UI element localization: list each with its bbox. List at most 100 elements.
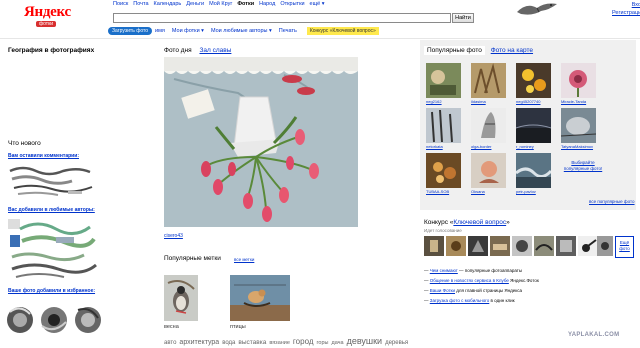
service-calendar[interactable]: Календарь — [154, 1, 182, 7]
contest-thumb[interactable] — [468, 236, 488, 256]
popular-thumb[interactable] — [471, 153, 506, 188]
feature-item: — Ваши Фотки для главной страницы Яндекс… — [424, 288, 523, 293]
photo-author-link[interactable]: cisero43 — [164, 233, 183, 239]
logo-sub: фотки — [36, 21, 57, 27]
service-search[interactable]: Поиск — [113, 1, 128, 7]
thumb-author[interactable]: TUBAA-SOB — [426, 189, 449, 194]
feature-link[interactable]: Общение в новостях сервиса в Клубе — [430, 278, 509, 283]
geo-title[interactable]: География в фотографиях — [8, 47, 94, 54]
thumb-author[interactable]: petr-pavlov — [516, 189, 536, 194]
service-mail[interactable]: Почта — [133, 1, 148, 7]
tag-label-birds[interactable]: птицы — [230, 324, 246, 330]
contest-thumb[interactable] — [446, 236, 466, 256]
service-money[interactable]: Деньги — [186, 1, 204, 7]
thumb-author[interactable]: TatyanaMaksimov — [561, 144, 593, 149]
new-comments-link[interactable]: Вам оставили комментарии: — [8, 153, 79, 159]
more-photos-button[interactable]: Ещё фото — [615, 236, 634, 258]
popular-thumb[interactable] — [426, 108, 461, 143]
popular-thumb[interactable] — [426, 153, 461, 188]
tag-cloud-item[interactable]: девушки — [347, 336, 383, 346]
login-link[interactable]: Вход — [612, 1, 640, 9]
contest-status: Идет голосование — [424, 228, 462, 233]
search-input[interactable] — [113, 13, 451, 23]
thumb-author[interactable]: olga-border — [471, 144, 491, 149]
new-favorites-link[interactable]: Ваше фото добавили в избранное: — [8, 288, 95, 294]
my-photos-menu[interactable]: Мои фотки ▾ — [172, 28, 204, 34]
watermark: YAPLAKAL.COM — [568, 332, 620, 338]
feature-link[interactable]: Загрузка фото с мобильного — [430, 298, 490, 303]
contest-thumb[interactable] — [490, 236, 510, 256]
popular-thumb[interactable] — [471, 108, 506, 143]
contest-thumb[interactable] — [424, 236, 444, 256]
popular-thumb[interactable] — [516, 63, 551, 98]
upload-photo-button[interactable]: Загрузить фото — [108, 27, 153, 35]
feature-link[interactable]: Чем снимают — [430, 268, 458, 273]
tag-cloud: авто архитектура вода выставка вязание город г… — [164, 336, 411, 346]
login-links: Вход Регистрация — [612, 1, 640, 17]
search-button[interactable]: Найти — [452, 13, 474, 23]
thumb-author[interactable]: Miracle-Tanda — [561, 99, 586, 104]
contest-badge[interactable]: Конкурс «Ключевой вопрос» — [306, 27, 379, 35]
service-cards[interactable]: Открытки — [280, 1, 304, 7]
tag-cloud-item[interactable]: деревья — [385, 340, 408, 346]
tag-label-spring[interactable]: весна — [164, 324, 179, 330]
service-fotki: Фотки — [237, 1, 255, 7]
contest-thumb[interactable] — [534, 236, 554, 256]
tag-cloud-item[interactable]: горы — [317, 340, 329, 346]
contest-thumb[interactable] — [578, 236, 598, 256]
choose-popular-link[interactable]: Выбирайте популярные фото! — [563, 160, 603, 171]
popular-thumb[interactable] — [561, 63, 596, 98]
popular-thumb[interactable] — [561, 108, 596, 143]
popular-thumb[interactable] — [471, 63, 506, 98]
favorites-thumbnails — [7, 307, 101, 333]
contest-link[interactable]: Ключевой вопрос — [453, 219, 506, 226]
popular-tags-title: Популярные метки — [164, 255, 221, 262]
tab-hall-of-fame[interactable]: Зал славы — [199, 47, 231, 54]
service-narod[interactable]: Народ — [259, 1, 275, 7]
thumb-author[interactable]: Oksana — [471, 189, 485, 194]
feature-item: — Общение в новостях сервиса в Клубе Янд… — [424, 278, 539, 283]
user-link[interactable]: имя — [155, 28, 165, 34]
bird-icon — [517, 3, 557, 15]
thumb-author[interactable]: netorkata — [426, 144, 443, 149]
tab-photo-of-day[interactable]: Фото дня — [164, 47, 192, 54]
photo-of-day[interactable] — [164, 57, 358, 227]
popular-thumb[interactable] — [516, 153, 551, 188]
popular-thumb[interactable] — [426, 63, 461, 98]
feature-desc: Яндекс.Фоток — [508, 278, 539, 283]
register-link[interactable]: Регистрация — [612, 9, 640, 17]
contest-title-suffix: » — [506, 219, 510, 226]
contest-thumb[interactable] — [556, 236, 576, 256]
tag-thumb-birds[interactable] — [230, 275, 290, 321]
new-authors-link[interactable]: Вас добавили в любимые авторы: — [8, 207, 95, 213]
print-link[interactable]: Печать — [279, 28, 297, 34]
thumb-author[interactable]: neg2162 — [426, 99, 442, 104]
feature-desc: для главной страницы Яндекса — [455, 288, 523, 293]
thumb-author[interactable]: neg45207740 — [516, 99, 540, 104]
popular-thumb[interactable] — [516, 108, 551, 143]
favorite-authors-menu[interactable]: Мои любимые авторы ▾ — [211, 28, 272, 34]
all-tags-link[interactable]: все метки — [234, 257, 254, 262]
feature-link[interactable]: Ваши Фотки — [430, 288, 455, 293]
whats-new-title: Что нового — [8, 140, 41, 147]
tag-thumb-spring[interactable] — [164, 275, 198, 321]
thumb-author[interactable]: ildasima — [471, 99, 486, 104]
sub-nav: Загрузить фото имя Мои фотки ▾ Мои любим… — [108, 27, 379, 35]
tab-popular-photos[interactable]: Популярные фото — [424, 46, 485, 55]
tag-cloud-item[interactable]: авто — [164, 340, 176, 346]
service-moikrug[interactable]: Мой Круг — [209, 1, 232, 7]
tag-cloud-item[interactable]: дача — [331, 340, 343, 346]
tag-cloud-item[interactable]: вода — [222, 340, 235, 346]
tag-cloud-item[interactable]: город — [293, 337, 314, 346]
tag-cloud-item[interactable]: выставка — [238, 339, 266, 346]
comments-thumbnails — [9, 166, 93, 196]
thumb-author[interactable]: r_rominey — [516, 144, 534, 149]
tab-photos-on-map[interactable]: Фото на карте — [491, 47, 533, 54]
contest-thumb[interactable] — [597, 236, 613, 256]
contest-thumb[interactable] — [512, 236, 532, 256]
service-more[interactable]: ещё ▾ — [310, 1, 325, 7]
all-popular-link[interactable]: все популярные фото — [589, 199, 635, 204]
yandex-logo[interactable]: Яндекс фотки — [24, 4, 72, 34]
tag-cloud-item[interactable]: архитектура — [179, 339, 219, 346]
tag-cloud-item[interactable]: вязание — [269, 340, 290, 346]
